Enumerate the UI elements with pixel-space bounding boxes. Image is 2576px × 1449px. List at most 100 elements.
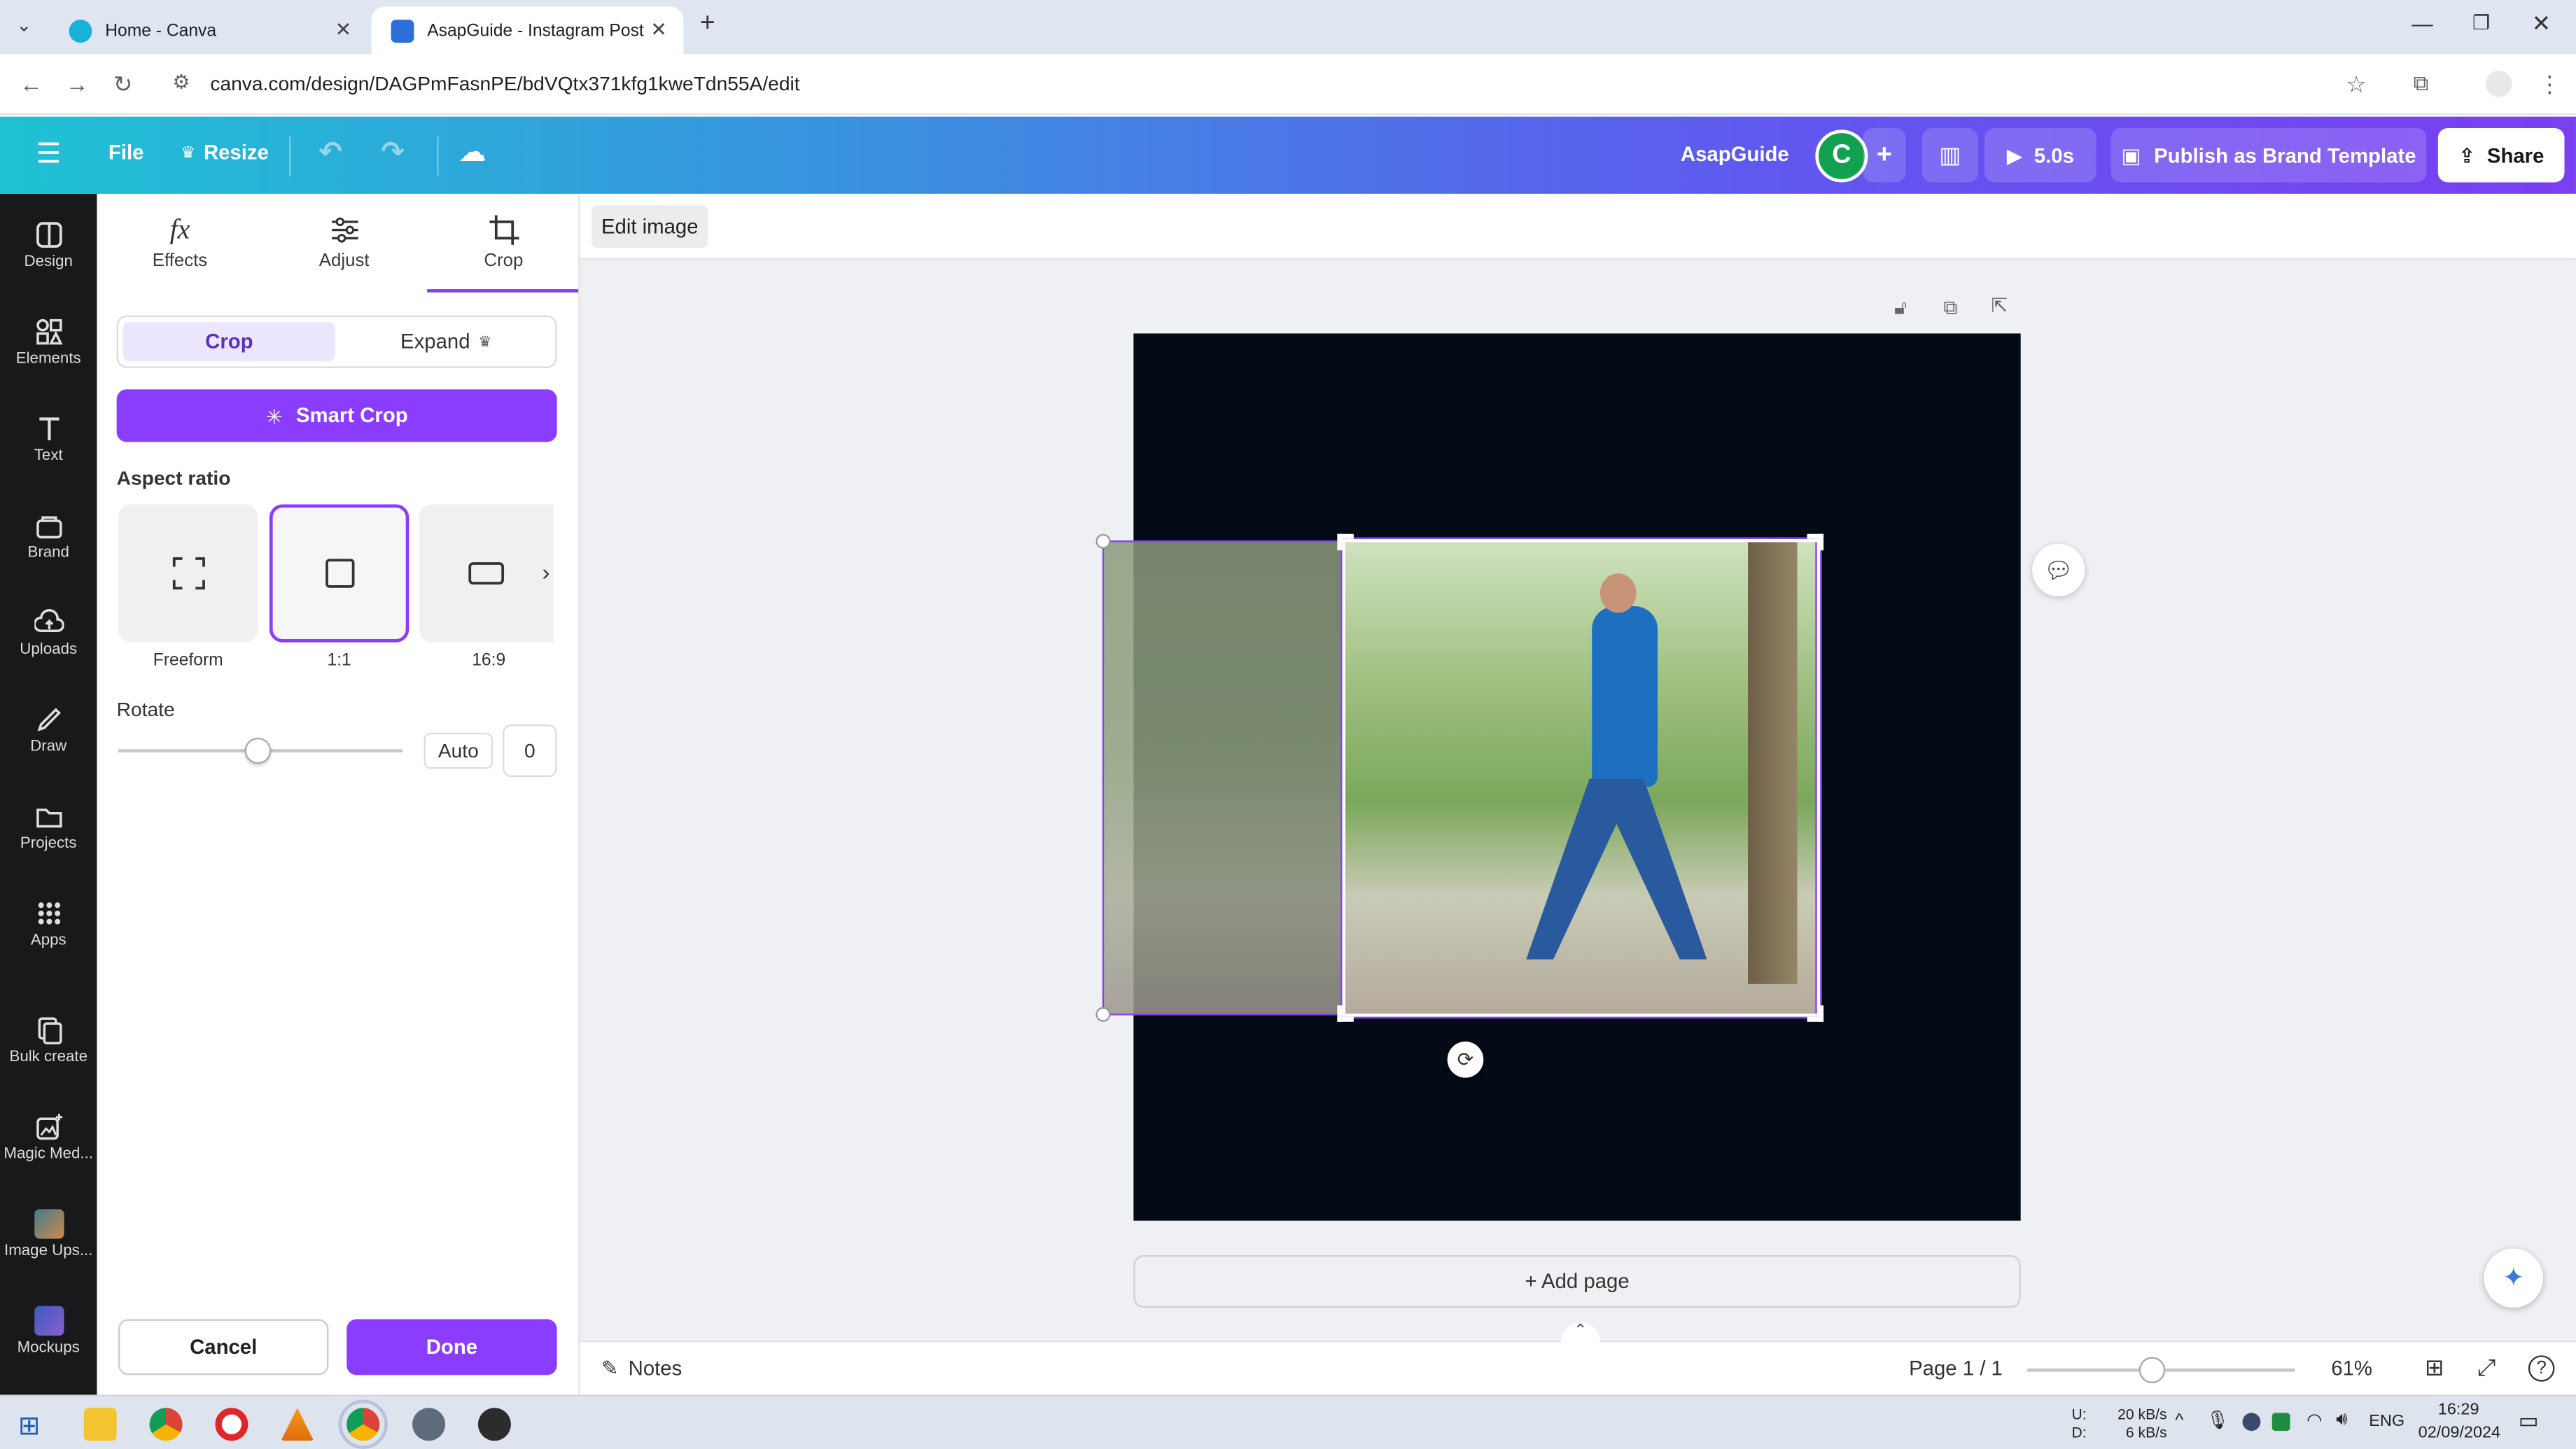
crop-corner-tr[interactable] (1807, 533, 1824, 551)
minimize-icon[interactable]: — (2412, 11, 2433, 36)
rail-item-magic-media[interactable]: Magic Med... (0, 1102, 97, 1188)
segment-expand[interactable]: Expand ♛ (340, 322, 552, 361)
design-title[interactable]: AsapGuide (1681, 143, 1789, 166)
add-collaborator-icon[interactable]: + (1863, 128, 1906, 183)
volume-icon[interactable]: 🔊︎ (2336, 1410, 2347, 1432)
restore-icon[interactable]: ❐ (2472, 11, 2490, 34)
microphone-icon[interactable]: 🎙︎ (2206, 1410, 2230, 1431)
tab-adjust[interactable]: Adjust (266, 194, 422, 293)
site-info-icon[interactable]: ⚙ (172, 71, 190, 94)
done-label: Done (426, 1336, 478, 1359)
bookmark-star-icon[interactable]: ☆ (2346, 71, 2366, 99)
file-menu[interactable]: File (108, 141, 144, 164)
add-page-button[interactable]: + Add page (1133, 1255, 2021, 1308)
publish-brand-template-button[interactable]: ▣ Publish as Brand Template (2110, 128, 2427, 183)
chevron-right-icon[interactable]: › (542, 559, 550, 585)
main-menu-icon[interactable]: ☰ (36, 138, 62, 171)
zoom-value[interactable]: 61% (2331, 1357, 2372, 1380)
tab-crop[interactable]: Crop (426, 194, 582, 293)
clock-time[interactable]: 16:29 (2438, 1401, 2479, 1420)
done-button[interactable]: Done (346, 1319, 557, 1376)
opera-icon[interactable] (215, 1408, 248, 1441)
rail-item-design[interactable]: Design (0, 210, 97, 295)
app-icon[interactable] (412, 1408, 446, 1441)
clock-date[interactable]: 02/09/2024 (2418, 1424, 2500, 1443)
duplicate-page-icon[interactable]: ⧉ (1943, 295, 1957, 320)
back-icon[interactable]: ← (20, 71, 43, 97)
rail-item-mockups[interactable]: Mockups (0, 1296, 97, 1382)
file-explorer-icon[interactable] (83, 1408, 117, 1441)
tab-search-icon[interactable]: ⌄ (16, 15, 31, 36)
smart-crop-button[interactable]: ✳ Smart Crop (116, 389, 557, 442)
present-button[interactable]: ▶ 5.0s (1984, 128, 2096, 183)
insights-button[interactable]: ▥ (1921, 128, 1978, 183)
cloud-save-icon[interactable]: ☁ (458, 136, 486, 169)
tray-app-icon[interactable] (2242, 1413, 2261, 1432)
rail-item-brand[interactable]: Brand (0, 501, 97, 587)
rotate-auto-button[interactable]: Auto (424, 732, 493, 769)
notifications-icon[interactable]: ▭ (2519, 1408, 2539, 1434)
crop-handle-bottom-left[interactable] (1096, 1007, 1111, 1022)
lock-icon[interactable]: 🔓︎ (1894, 295, 1907, 320)
help-icon[interactable]: ? (2528, 1355, 2555, 1382)
rail-item-image-upscaler[interactable]: Image Ups... (0, 1199, 97, 1284)
new-tab-icon[interactable]: + (700, 10, 715, 39)
rotate-slider-thumb[interactable] (244, 737, 272, 764)
crop-corner-tl[interactable] (1337, 533, 1354, 551)
close-window-icon[interactable]: ✕ (2532, 10, 2552, 38)
rail-item-text[interactable]: Text (0, 404, 97, 489)
magic-assistant-icon[interactable]: ✦ (2484, 1248, 2544, 1308)
chrome-active-icon[interactable] (338, 1399, 388, 1449)
resize-button[interactable]: ♛ Resize (181, 141, 269, 164)
page-indicator[interactable]: Page 1 / 1 (1909, 1357, 2003, 1380)
zoom-slider-thumb[interactable] (2138, 1357, 2166, 1384)
url-field[interactable]: canva.com/design/DAGPmFasnPE/bdVQtx371kf… (210, 72, 799, 95)
rail-item-elements[interactable]: Elements (0, 307, 97, 393)
tray-app-icon[interactable] (2272, 1413, 2290, 1432)
profile-icon[interactable] (2485, 70, 2512, 97)
forward-icon[interactable]: → (66, 71, 89, 97)
language-indicator[interactable]: ENG (2369, 1413, 2404, 1431)
crop-corner-bl[interactable] (1337, 1005, 1354, 1022)
windows-start-icon[interactable]: ⊞ (18, 1410, 40, 1443)
edit-image-button[interactable]: Edit image (591, 205, 708, 248)
redo-icon[interactable]: ↷ (381, 136, 404, 169)
tab-asapguide[interactable]: AsapGuide - Instagram Post ✕ (371, 6, 684, 55)
grid-view-icon[interactable]: ⊞ (2425, 1354, 2444, 1382)
close-tab-icon[interactable]: ✕ (650, 18, 667, 41)
wifi-icon[interactable]: ◠ (2306, 1410, 2323, 1431)
browser-menu-icon[interactable]: ⋮ (2538, 71, 2561, 99)
rail-item-bulk-create[interactable]: Bulk create (0, 1005, 97, 1091)
close-tab-icon[interactable]: ✕ (335, 18, 352, 41)
rotate-value-input[interactable]: 0 (503, 724, 557, 778)
comment-icon[interactable]: 💬︎ (2032, 543, 2085, 596)
tray-chevron-icon[interactable]: ^ (2175, 1411, 2183, 1431)
rail-item-apps[interactable]: Apps (0, 889, 97, 974)
undo-icon[interactable]: ↶ (318, 136, 342, 169)
bar-chart-icon: ▥ (1939, 141, 1961, 168)
cancel-button[interactable]: Cancel (118, 1319, 329, 1376)
aspect-1-1[interactable] (269, 504, 410, 643)
share-button[interactable]: ⇪ Share (2437, 128, 2565, 183)
obs-icon[interactable] (477, 1408, 511, 1441)
reload-icon[interactable]: ↻ (113, 71, 133, 99)
crop-handle-top-left[interactable] (1096, 533, 1111, 549)
notes-button[interactable]: ✎ Notes (601, 1355, 682, 1380)
rotate-handle-icon[interactable]: ⟳ (1447, 1041, 1484, 1078)
segment-crop[interactable]: Crop (123, 321, 335, 362)
rail-item-uploads[interactable]: Uploads (0, 598, 97, 683)
crop-area-frame[interactable] (1340, 537, 1822, 1019)
chrome-icon[interactable] (149, 1408, 183, 1441)
avatar[interactable]: C (1815, 130, 1868, 183)
extensions-icon[interactable]: ⧉ (2414, 71, 2429, 97)
rail-item-projects[interactable]: Projects (0, 792, 97, 877)
add-page-icon[interactable]: ⇱ (1991, 294, 2008, 317)
fullscreen-icon[interactable]: ⤢ (2477, 1354, 2496, 1382)
aspect-freeform[interactable] (118, 504, 258, 643)
aspect-16-9[interactable] (419, 504, 554, 643)
show-pages-chevron-icon[interactable]: ⌃ (1560, 1322, 1600, 1343)
tab-effects[interactable]: fx Effects (102, 194, 258, 293)
crop-corner-br[interactable] (1807, 1005, 1824, 1022)
rail-item-draw[interactable]: Draw (0, 695, 97, 780)
tab-home-canva[interactable]: Home - Canva ✕ (49, 6, 368, 54)
